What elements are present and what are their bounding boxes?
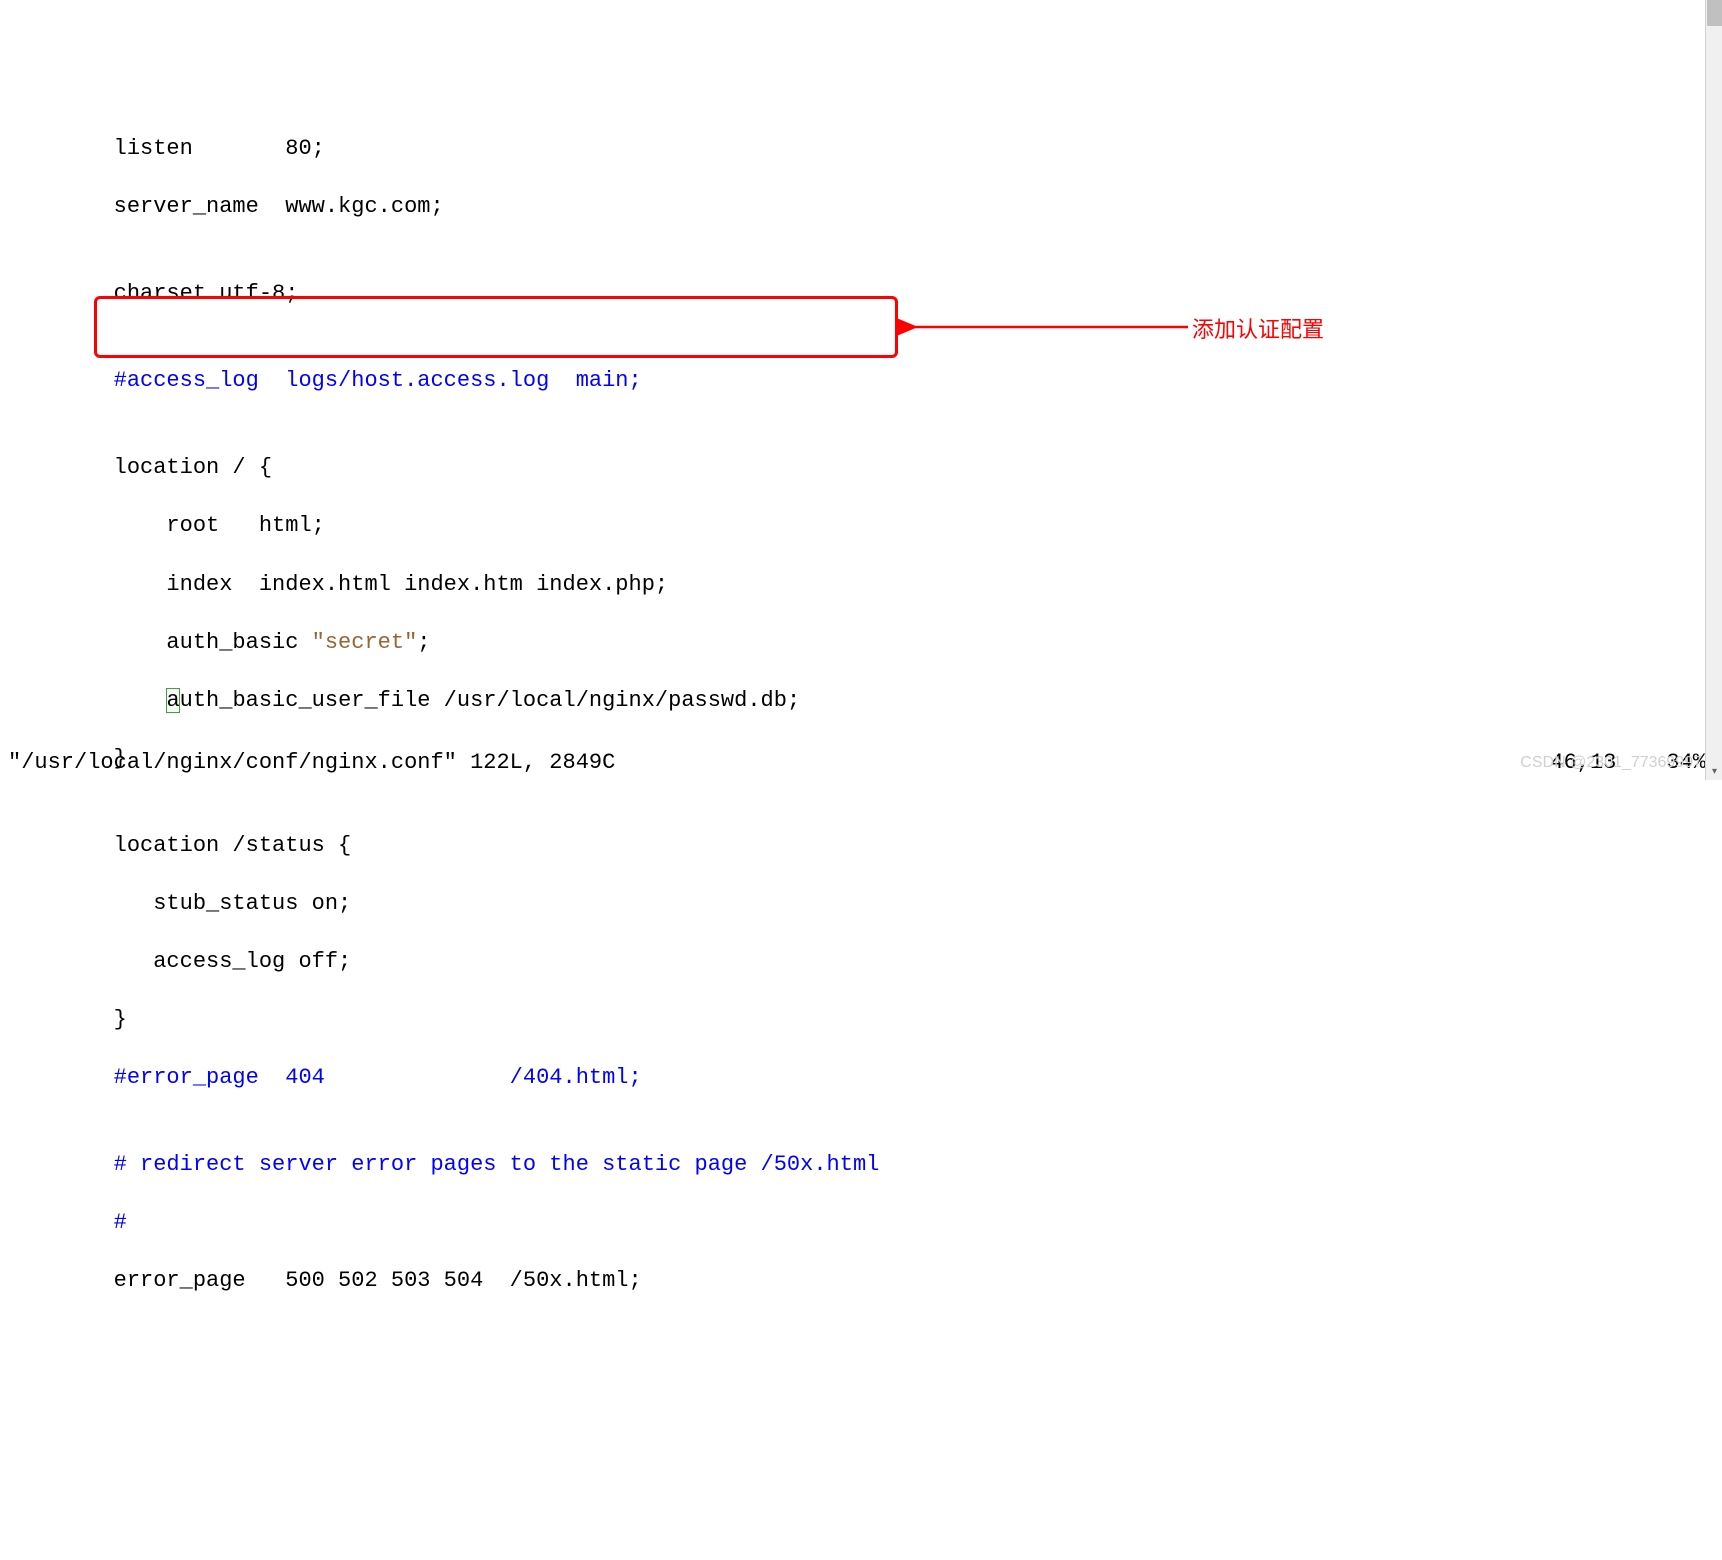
- code-text: auth_basic: [8, 630, 312, 655]
- code-line-comment: #: [8, 1208, 1714, 1237]
- code-line: listen 80;: [8, 134, 1714, 163]
- code-line: location /status {: [8, 831, 1714, 860]
- vim-status-line: "/usr/local/nginx/conf/nginx.conf" 122L,…: [8, 750, 1714, 775]
- cursor-position: a: [166, 688, 179, 713]
- code-line: root html;: [8, 511, 1714, 540]
- code-line: error_page 500 502 503 504 /50x.html;: [8, 1266, 1714, 1295]
- code-string: "secret": [312, 630, 418, 655]
- code-line-comment: # redirect server error pages to the sta…: [8, 1150, 1714, 1179]
- code-line: index index.html index.htm index.php;: [8, 570, 1714, 599]
- code-line: location / {: [8, 453, 1714, 482]
- code-line: auth_basic_user_file /usr/local/nginx/pa…: [8, 686, 1714, 715]
- status-file-info: "/usr/local/nginx/conf/nginx.conf" 122L,…: [8, 750, 1550, 775]
- code-text: ;: [417, 630, 430, 655]
- scrollbar-thumb[interactable]: [1707, 0, 1722, 26]
- scroll-down-icon[interactable]: ▾: [1706, 763, 1722, 780]
- code-line-comment: #access_log logs/host.access.log main;: [8, 366, 1714, 395]
- code-line: auth_basic "secret";: [8, 628, 1714, 657]
- vertical-scrollbar[interactable]: ▴ ▾: [1705, 0, 1722, 780]
- watermark-text: CSDN @2301_77369997: [1520, 754, 1702, 772]
- code-text: uth_basic_user_file /usr/local/nginx/pas…: [180, 688, 801, 713]
- editor-viewport[interactable]: listen 80; server_name www.kgc.com; char…: [0, 100, 1722, 1329]
- code-text: [8, 688, 166, 713]
- code-line: }: [8, 1005, 1714, 1034]
- code-line: access_log off;: [8, 947, 1714, 976]
- code-line: stub_status on;: [8, 889, 1714, 918]
- code-line: charset utf-8;: [8, 279, 1714, 308]
- annotation-label: 添加认证配置: [1192, 312, 1324, 344]
- code-line-comment: #error_page 404 /404.html;: [8, 1063, 1714, 1092]
- code-line: server_name www.kgc.com;: [8, 192, 1714, 221]
